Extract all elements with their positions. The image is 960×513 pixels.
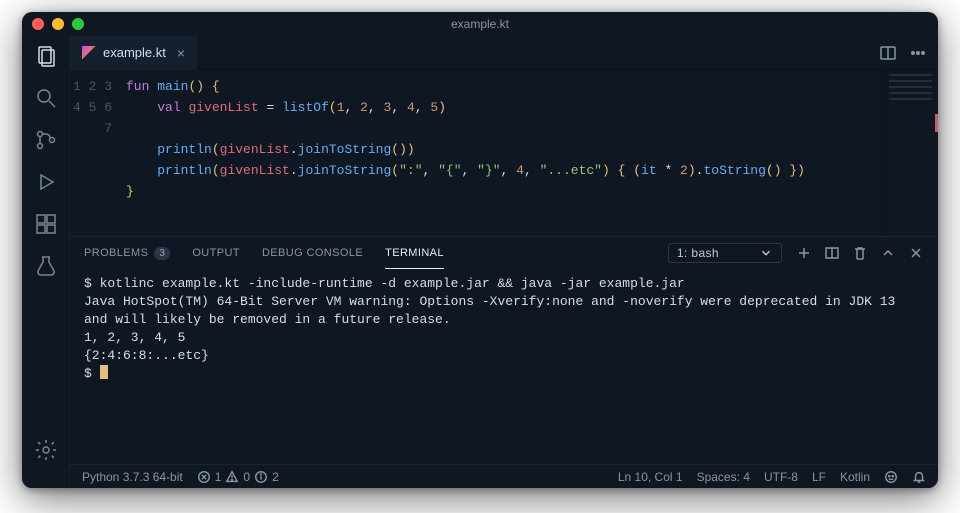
editor-tabs: example.kt × — [70, 36, 938, 70]
window-title: example.kt — [22, 17, 938, 31]
close-panel-icon[interactable] — [908, 245, 924, 261]
tab-title: example.kt — [103, 45, 166, 60]
search-icon[interactable] — [34, 86, 58, 110]
status-eol[interactable]: LF — [812, 470, 826, 484]
minimap[interactable] — [882, 70, 938, 236]
settings-gear-icon[interactable] — [34, 438, 58, 462]
status-python[interactable]: Python 3.7.3 64-bit — [82, 470, 183, 484]
terminal-output[interactable]: $ kotlinc example.kt -include-runtime -d… — [70, 269, 938, 464]
terminal-selector[interactable]: 1: bash — [668, 243, 782, 263]
code-editor[interactable]: 1 2 3 4 5 6 7 fun main() { val givenList… — [70, 70, 938, 236]
panel-tabs: PROBLEMS3 OUTPUT DEBUG CONSOLE TERMINAL … — [70, 237, 938, 269]
status-bar: Python 3.7.3 64-bit 1 0 2 Ln 10, Col 1 S… — [70, 464, 938, 488]
close-window-button[interactable] — [32, 18, 44, 30]
split-terminal-icon[interactable] — [824, 245, 840, 261]
vscode-window: example.kt — [22, 12, 938, 488]
problems-count-badge: 3 — [154, 247, 170, 260]
error-icon — [197, 470, 211, 484]
status-problems[interactable]: 1 0 2 — [197, 470, 279, 484]
tab-output[interactable]: OUTPUT — [192, 237, 240, 269]
split-editor-icon[interactable] — [880, 45, 896, 61]
line-numbers: 1 2 3 4 5 6 7 — [70, 70, 126, 236]
terminal-selector-label: 1: bash — [677, 246, 719, 260]
tab-debug-console[interactable]: DEBUG CONSOLE — [262, 237, 363, 269]
tab-example-kt[interactable]: example.kt × — [70, 36, 198, 70]
close-tab-icon[interactable]: × — [177, 45, 185, 61]
tab-terminal[interactable]: TERMINAL — [385, 237, 444, 269]
source-control-icon[interactable] — [34, 128, 58, 152]
code-content[interactable]: fun main() { val givenList = listOf(1, 2… — [126, 70, 882, 236]
status-spaces[interactable]: Spaces: 4 — [697, 470, 750, 484]
tab-problems[interactable]: PROBLEMS3 — [84, 237, 170, 269]
info-icon — [254, 470, 268, 484]
extensions-icon[interactable] — [34, 212, 58, 236]
titlebar: example.kt — [22, 12, 938, 36]
status-bell-icon[interactable] — [912, 470, 926, 484]
window-controls — [32, 18, 84, 30]
more-actions-icon[interactable] — [910, 45, 926, 61]
activity-bar — [22, 36, 70, 488]
testing-icon[interactable] — [34, 254, 58, 278]
status-language[interactable]: Kotlin — [840, 470, 870, 484]
kill-terminal-icon[interactable] — [852, 245, 868, 261]
chevron-down-icon — [759, 246, 773, 260]
status-feedback-icon[interactable] — [884, 470, 898, 484]
zoom-window-button[interactable] — [72, 18, 84, 30]
new-terminal-icon[interactable] — [796, 245, 812, 261]
run-debug-icon[interactable] — [34, 170, 58, 194]
bottom-panel: PROBLEMS3 OUTPUT DEBUG CONSOLE TERMINAL … — [70, 236, 938, 464]
status-ln-col[interactable]: Ln 10, Col 1 — [618, 470, 683, 484]
terminal-cursor — [100, 365, 108, 379]
explorer-icon[interactable] — [34, 44, 58, 68]
warning-icon — [225, 470, 239, 484]
maximize-panel-icon[interactable] — [880, 245, 896, 261]
kotlin-file-icon — [82, 46, 96, 60]
minimize-window-button[interactable] — [52, 18, 64, 30]
status-encoding[interactable]: UTF-8 — [764, 470, 798, 484]
